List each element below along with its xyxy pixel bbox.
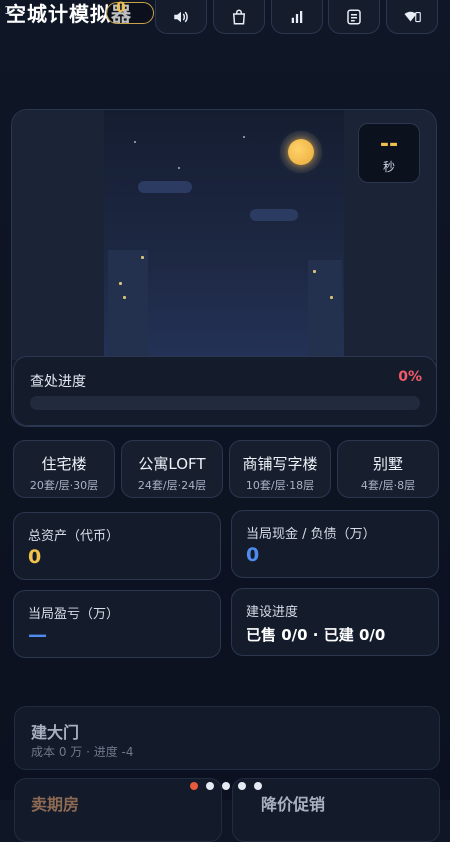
shopping-bag-icon — [232, 9, 246, 25]
inspection-progress-panel: 查处进度 0% — [13, 356, 436, 426]
timer-value: -- — [379, 132, 399, 157]
progress-label: 查处进度 — [30, 374, 86, 390]
build-progress-value: 已售 0/0 · 已建 0/0 — [246, 626, 386, 644]
star — [243, 136, 245, 138]
star — [178, 167, 180, 169]
build-progress-card: 建设进度 已售 0/0 · 已建 0/0 — [231, 588, 439, 656]
shop-button[interactable] — [213, 0, 265, 34]
stats-button[interactable] — [271, 0, 323, 34]
building-type-spec: 20套/层·30层 — [29, 479, 99, 492]
app-title-bar: 1 空城计模拟器 0 — [4, 0, 154, 27]
building-type-villa[interactable]: 别墅 4套/层·8层 — [337, 440, 439, 498]
action-subtitle: 成本 0 万 · 进度 -4 — [31, 745, 134, 759]
progress-track — [30, 396, 420, 410]
list-icon — [347, 9, 361, 25]
star — [134, 141, 136, 143]
title-counter: 1 — [4, 4, 12, 17]
bar-chart-icon — [291, 11, 303, 23]
round-pnl-card: 当局盈亏（万） — — [13, 590, 221, 658]
building-type-name: 住宅楼 — [41, 455, 87, 473]
window-light — [141, 256, 144, 259]
total-assets-card: 总资产（代币） 0 — [13, 512, 221, 580]
round-pnl-label: 当局盈亏（万） — [28, 607, 120, 622]
window-light — [123, 296, 126, 299]
action-title: 降价促销 — [261, 795, 326, 814]
coin-pill[interactable] — [106, 2, 154, 24]
page-dot[interactable] — [206, 782, 214, 790]
sound-button[interactable] — [155, 0, 207, 34]
cash-debt-label: 当局现金 / 负债（万） — [246, 527, 376, 542]
wifi-battery-icon — [404, 11, 421, 23]
page-dot[interactable] — [238, 782, 246, 790]
action-title: 卖期房 — [31, 795, 80, 814]
timer-unit: 秒 — [382, 160, 395, 174]
building-type-spec: 4套/层·8层 — [360, 479, 416, 492]
window-light — [119, 282, 122, 285]
cloud — [250, 209, 298, 221]
progress-percent: 0% — [398, 369, 422, 385]
action-build-gate[interactable]: 建大门 成本 0 万 · 进度 -4 — [14, 706, 440, 770]
page-dot[interactable] — [254, 782, 262, 790]
page-dot[interactable] — [190, 782, 198, 790]
action-discount[interactable]: 降价促销 — [232, 778, 440, 842]
building-type-residential[interactable]: 住宅楼 20套/层·30层 — [13, 440, 115, 498]
cloud — [138, 181, 192, 193]
building-type-name: 别墅 — [372, 455, 403, 473]
building-type-name: 商铺写字楼 — [242, 455, 318, 473]
action-title: 建大门 — [31, 723, 80, 742]
coin-pill-value: 0 — [116, 0, 127, 16]
building-type-commercial[interactable]: 商铺写字楼 10套/层·18层 — [229, 440, 331, 498]
log-button[interactable] — [328, 0, 380, 34]
window-light — [330, 296, 333, 299]
round-pnl-value: — — [28, 624, 47, 646]
build-progress-label: 建设进度 — [246, 605, 299, 620]
moon-icon — [280, 131, 322, 173]
page-dot[interactable] — [222, 782, 230, 790]
page-indicator — [190, 782, 262, 790]
status-button[interactable] — [386, 0, 438, 34]
building-type-loft[interactable]: 公寓LOFT 24套/层·24层 — [121, 440, 223, 498]
total-assets-label: 总资产（代币） — [28, 529, 120, 544]
total-assets-value: 0 — [28, 546, 42, 568]
building-type-name: 公寓LOFT — [138, 455, 206, 473]
window-light — [313, 270, 316, 273]
scene-building-left — [12, 110, 104, 360]
building-silhouette — [308, 260, 342, 360]
countdown-timer: -- 秒 — [358, 123, 420, 183]
building-type-spec: 10套/层·18层 — [245, 479, 315, 492]
city-scene-card: -- 秒 查处进度 0% — [11, 109, 437, 427]
cash-debt-value: 0 — [246, 544, 260, 566]
building-silhouette — [108, 250, 148, 360]
cash-debt-card: 当局现金 / 负债（万） 0 — [231, 510, 439, 578]
building-type-spec: 24套/层·24层 — [137, 479, 207, 492]
speaker-icon — [174, 11, 188, 23]
